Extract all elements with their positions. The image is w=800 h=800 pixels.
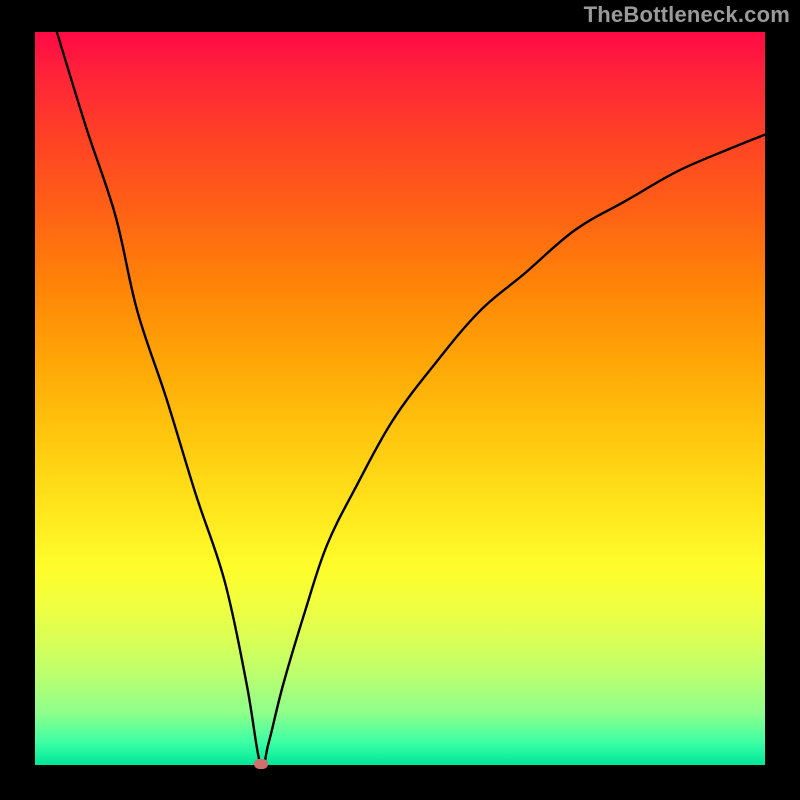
plot-area [35,32,765,765]
minimum-marker [254,759,268,769]
watermark-text: TheBottleneck.com [584,2,790,28]
bottleneck-curve [35,32,765,765]
chart-frame: TheBottleneck.com [0,0,800,800]
curve-path [57,32,765,765]
